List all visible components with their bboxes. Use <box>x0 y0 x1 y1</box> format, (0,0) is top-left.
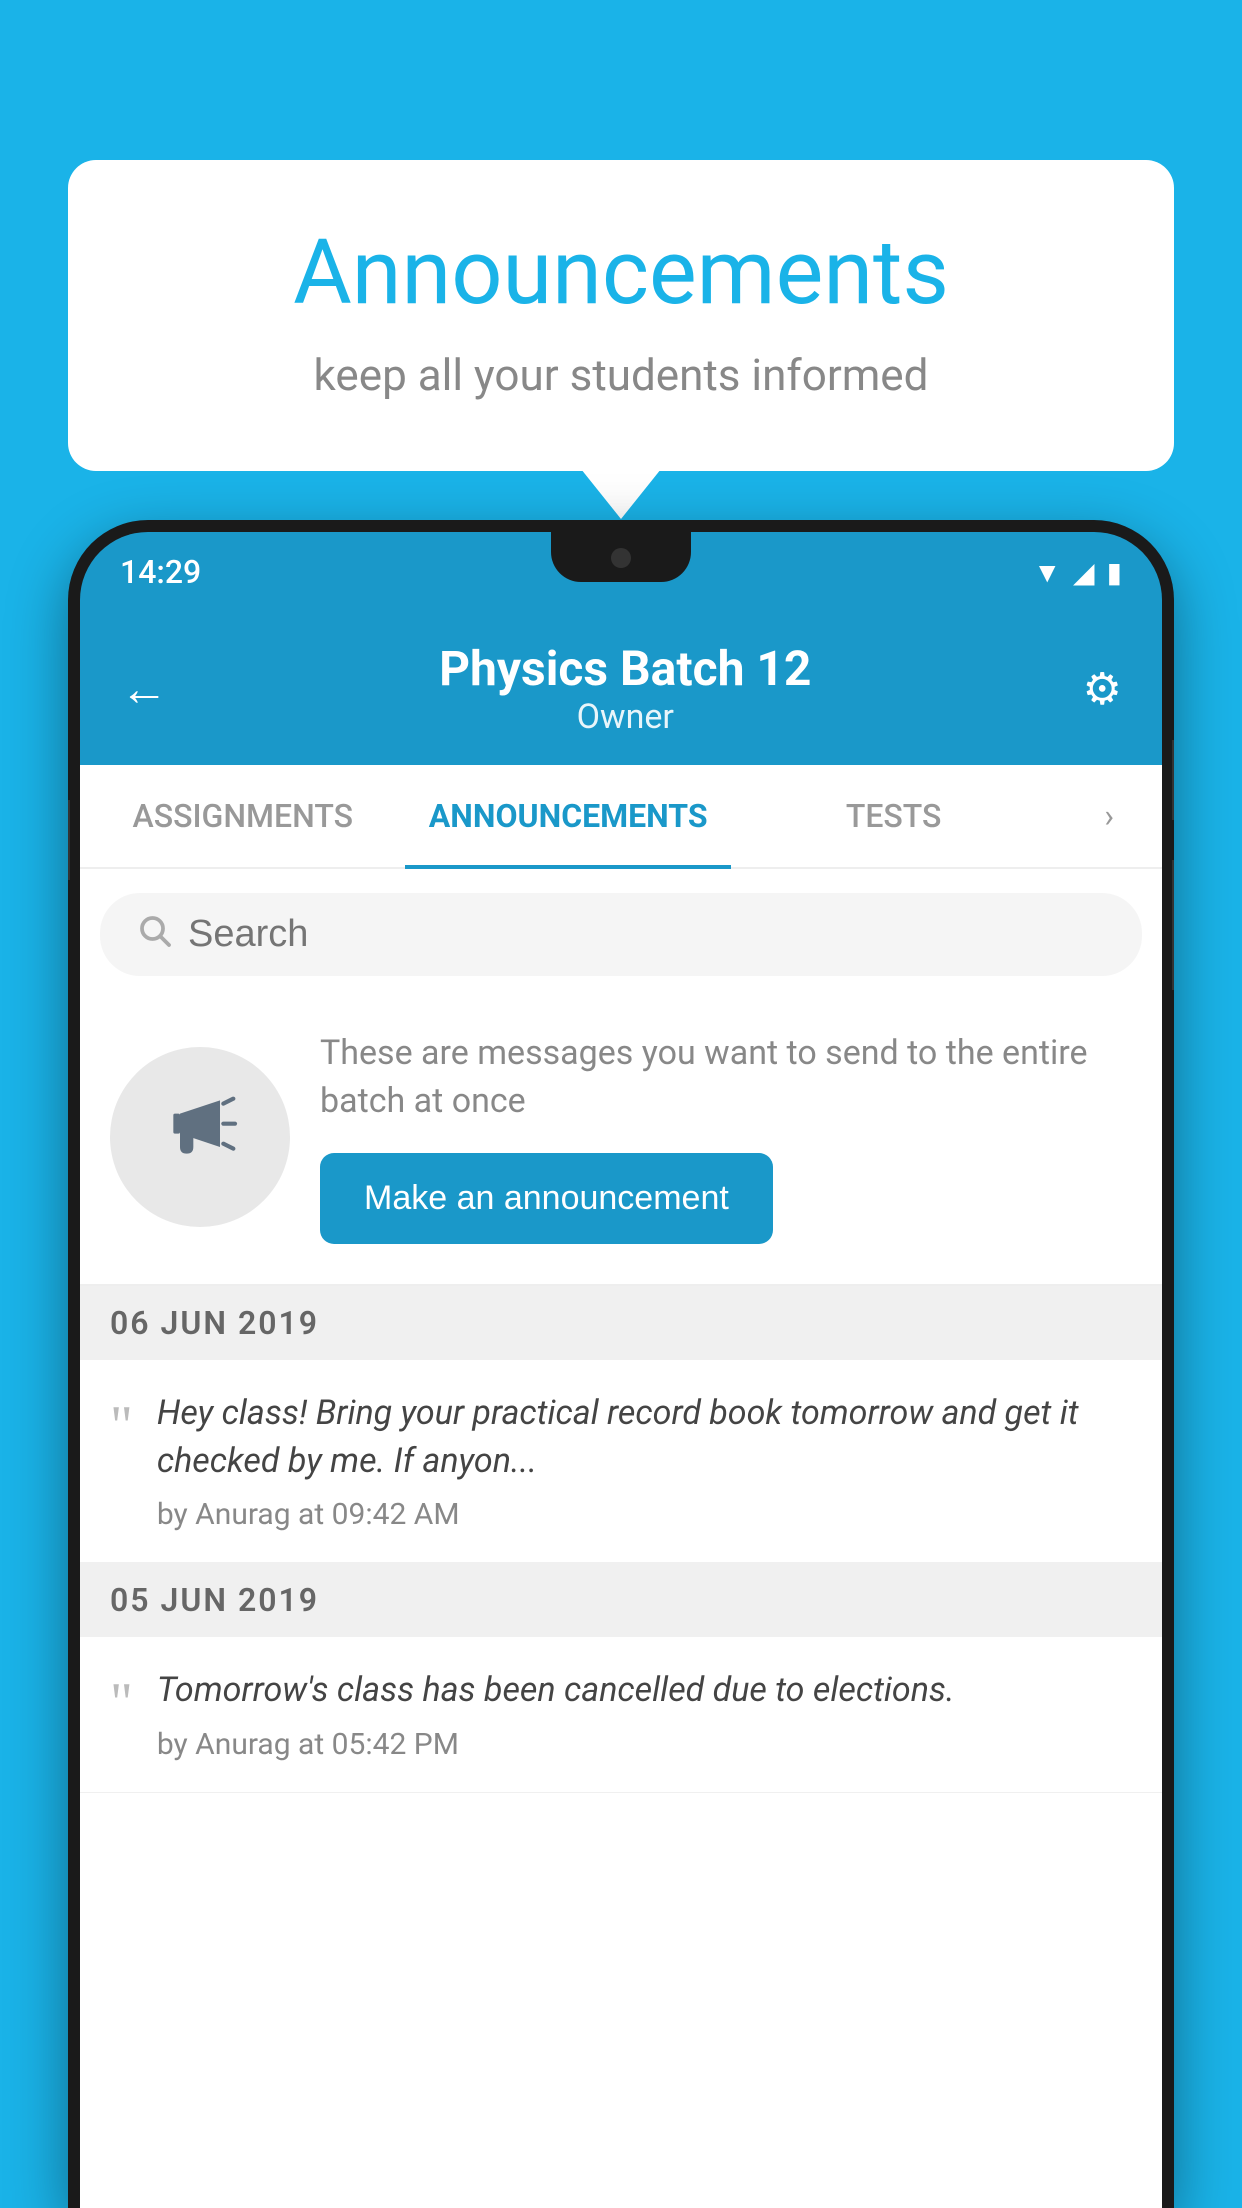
speech-bubble: Announcements keep all your students inf… <box>68 160 1174 471</box>
volume-down-button <box>1172 860 1174 990</box>
app-header: ← Physics Batch 12 Owner ⚙ <box>80 612 1162 765</box>
tab-more[interactable]: › <box>1056 765 1162 867</box>
promo-icon-container <box>110 1047 290 1227</box>
phone-inner: 14:29 ▼ ◢ ▮ ← Physics Batch 12 Owner ⚙ <box>80 532 1162 2208</box>
announcement-text-1: Hey class! Bring your practical record b… <box>157 1390 1132 1485</box>
status-icons: ▼ ◢ ▮ <box>1033 556 1122 589</box>
phone-frame: 14:29 ▼ ◢ ▮ ← Physics Batch 12 Owner ⚙ <box>68 520 1174 2208</box>
status-time: 14:29 <box>120 553 201 591</box>
announcement-author-2: by Anurag at 05:42 PM <box>157 1727 1132 1762</box>
quote-icon-2: " <box>110 1675 133 1762</box>
quote-icon-1: " <box>110 1398 133 1532</box>
notch <box>551 532 691 582</box>
tabs-bar: ASSIGNMENTS ANNOUNCEMENTS TESTS › <box>80 765 1162 869</box>
announcement-text-2: Tomorrow's class has been cancelled due … <box>157 1667 1132 1715</box>
megaphone-icon <box>160 1087 240 1187</box>
header-center: Physics Batch 12 Owner <box>168 640 1083 737</box>
battery-icon: ▮ <box>1107 556 1122 589</box>
wifi-icon: ▼ <box>1033 556 1061 589</box>
bubble-subtitle: keep all your students informed <box>148 349 1094 401</box>
search-input[interactable] <box>188 913 1106 956</box>
bubble-title: Announcements <box>148 220 1094 325</box>
announcement-author-1: by Anurag at 09:42 AM <box>157 1497 1132 1532</box>
make-announcement-button[interactable]: Make an announcement <box>320 1153 773 1244</box>
search-icon <box>136 911 172 958</box>
volume-button <box>68 800 70 880</box>
power-button <box>1172 740 1174 820</box>
back-button[interactable]: ← <box>120 660 168 717</box>
announcement-item-1[interactable]: " Hey class! Bring your practical record… <box>80 1360 1162 1563</box>
announcement-promo: These are messages you want to send to t… <box>80 1000 1162 1286</box>
search-bar[interactable] <box>100 893 1142 976</box>
signal-icon: ◢ <box>1073 556 1095 589</box>
announcement-content-2: Tomorrow's class has been cancelled due … <box>157 1667 1132 1762</box>
promo-text: These are messages you want to send to t… <box>320 1030 1132 1125</box>
header-title: Physics Batch 12 <box>168 640 1083 697</box>
announcement-item-2[interactable]: " Tomorrow's class has been cancelled du… <box>80 1637 1162 1793</box>
settings-button[interactable]: ⚙ <box>1083 663 1122 715</box>
date-separator-2: 05 JUN 2019 <box>80 1563 1162 1637</box>
status-bar: 14:29 ▼ ◢ ▮ <box>80 532 1162 612</box>
announcement-content-1: Hey class! Bring your practical record b… <box>157 1390 1132 1532</box>
promo-content: These are messages you want to send to t… <box>320 1030 1132 1244</box>
tab-assignments[interactable]: ASSIGNMENTS <box>80 765 405 867</box>
tab-tests[interactable]: TESTS <box>731 765 1056 867</box>
app-screen: ← Physics Batch 12 Owner ⚙ ASSIGNMENTS A… <box>80 612 1162 2208</box>
header-subtitle: Owner <box>168 697 1083 737</box>
date-label-1: 06 JUN 2019 <box>110 1304 319 1342</box>
speech-bubble-section: Announcements keep all your students inf… <box>68 160 1174 471</box>
tab-announcements[interactable]: ANNOUNCEMENTS <box>405 765 730 867</box>
camera <box>611 548 631 568</box>
date-separator-1: 06 JUN 2019 <box>80 1286 1162 1360</box>
date-label-2: 05 JUN 2019 <box>110 1581 319 1619</box>
